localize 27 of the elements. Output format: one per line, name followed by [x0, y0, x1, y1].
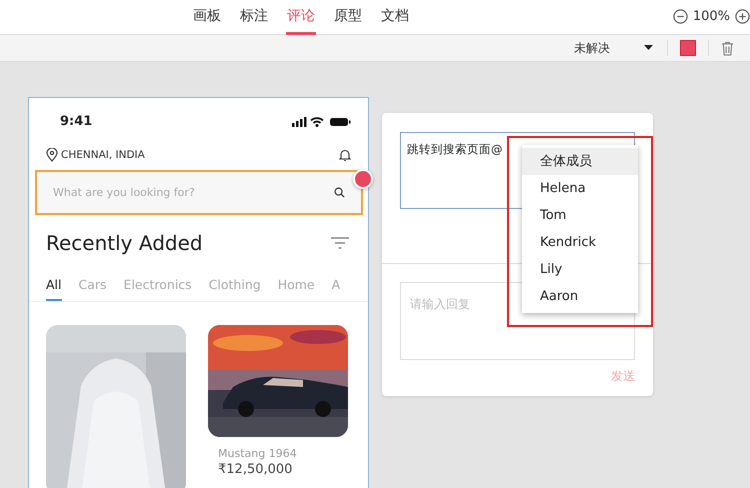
zoom-in-icon[interactable]: [735, 9, 750, 24]
mention-item[interactable]: Kendrick: [522, 229, 638, 256]
category-tab[interactable]: All: [46, 277, 62, 301]
filter-icon[interactable]: [330, 236, 350, 250]
location-label[interactable]: CHENNAI, INDIA: [61, 149, 145, 161]
view-tab[interactable]: 原型: [333, 0, 363, 35]
zoom-level: 100%: [692, 9, 730, 24]
bell-icon[interactable]: [339, 148, 351, 162]
view-tab[interactable]: 文档: [380, 0, 410, 35]
caret-icon: [644, 45, 653, 51]
color-swatch[interactable]: [680, 40, 696, 56]
mention-item[interactable]: Lily: [522, 256, 638, 283]
mention-item[interactable]: Aaron: [522, 283, 638, 310]
trash-icon[interactable]: [721, 40, 734, 56]
status-dropdown[interactable]: 未解决: [572, 38, 655, 58]
product-name: Mustang 1964: [218, 447, 298, 460]
status-icons: [292, 116, 352, 128]
location-pin-icon: [46, 148, 58, 162]
section-title: Recently Added: [46, 231, 203, 255]
view-tab[interactable]: 标注: [239, 0, 269, 35]
mention-item[interactable]: 全体成员: [522, 148, 638, 175]
search-icon[interactable]: [334, 187, 345, 198]
mention-item[interactable]: Helena: [522, 175, 638, 202]
status-time: 9:41: [60, 114, 92, 129]
product-price: ₹12,50,000: [218, 462, 294, 477]
zoom-out-icon[interactable]: [672, 9, 688, 24]
view-tab[interactable]: 画板: [192, 0, 222, 35]
